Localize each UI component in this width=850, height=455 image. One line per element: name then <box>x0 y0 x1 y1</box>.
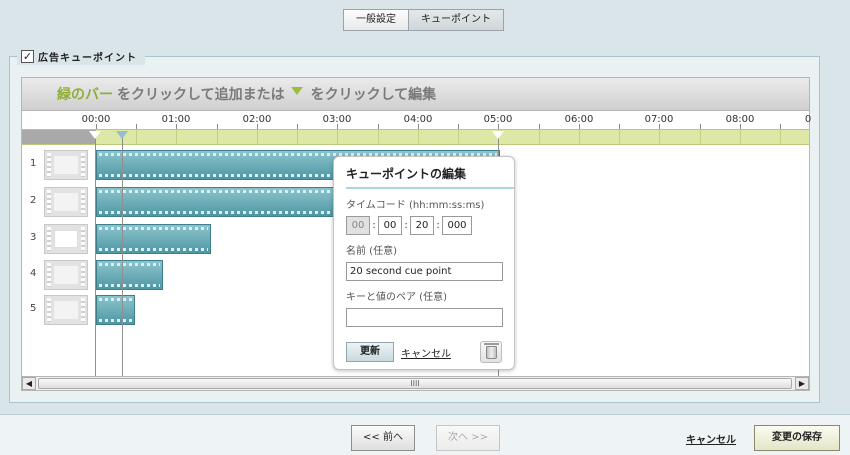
cue-point-edit-popup: キューポイントの編集 タイムコード (hh:mm:ss:ms) 00 : 00 … <box>333 156 515 370</box>
next-button: 次へ >> <box>436 425 500 451</box>
cue-line-selected <box>122 137 123 376</box>
cue-bar-tick <box>659 130 660 144</box>
cue-bar-tick <box>337 130 338 144</box>
timecode-label: タイムコード (hh:mm:ss:ms) <box>346 200 485 211</box>
timecode-hours-field: 00 <box>346 216 370 235</box>
cue-bar-tick <box>297 130 298 144</box>
cue-bar-tick <box>176 130 177 144</box>
cue-marker-icon <box>290 87 303 95</box>
cue-marker-end[interactable] <box>492 131 504 139</box>
scroll-right-button[interactable]: ▶ <box>795 377 809 390</box>
timecode-separator: : <box>436 220 440 231</box>
save-changes-button[interactable]: 変更の保存 <box>754 425 840 451</box>
track-number: 3 <box>30 232 37 243</box>
track-clip[interactable] <box>96 260 163 290</box>
track-number: 4 <box>30 268 37 279</box>
cue-line <box>95 137 96 376</box>
cue-bar-tick <box>579 130 580 144</box>
track-number: 2 <box>30 195 37 206</box>
settings-tabs: 一般設定 キューポイント <box>343 9 504 31</box>
cue-marker-selected[interactable] <box>116 131 128 139</box>
track-thumbnail <box>44 224 88 254</box>
cue-bar-tick <box>539 130 540 144</box>
track-clip[interactable] <box>96 295 135 325</box>
cue-bar-tick <box>378 130 379 144</box>
track-clip[interactable] <box>96 224 211 254</box>
track-thumbnail <box>44 295 88 325</box>
trash-icon <box>483 342 499 359</box>
scroll-thumb[interactable]: IIII <box>38 378 792 389</box>
cue-point-add-bar[interactable] <box>21 129 810 145</box>
popup-cancel-link[interactable]: キャンセル <box>401 345 451 360</box>
track-thumbnail <box>44 260 88 290</box>
key-value-label: キーと値のペア (任意) <box>346 292 447 303</box>
popup-actions: 更新 キャンセル <box>346 341 502 363</box>
instruction-edit-text: をクリックして編集 <box>310 87 437 103</box>
timecode-minutes-field[interactable]: 00 <box>378 216 402 235</box>
timeline-scrollbar[interactable]: ◀ IIII ▶ <box>21 376 810 391</box>
timeline-ruler: 00:00 01:00 02:00 03:00 04:00 05:00 06:0… <box>21 111 812 129</box>
ad-cue-point-checkbox[interactable]: ✓ <box>21 49 34 63</box>
cue-bar-tick <box>740 130 741 144</box>
cue-bar-tick <box>780 130 781 144</box>
track-number: 5 <box>30 303 37 314</box>
scroll-left-button[interactable]: ◀ <box>22 377 36 390</box>
ad-cue-point-label: 広告キューポイント <box>38 52 137 64</box>
timecode-milliseconds-field[interactable]: 000 <box>442 216 472 235</box>
cue-marker-start[interactable] <box>89 131 101 139</box>
footer-cancel-link[interactable]: キャンセル <box>686 431 736 446</box>
instruction-green-bar-text: 緑のバー <box>57 87 113 103</box>
instruction-add-text: をクリックして追加または <box>117 87 285 103</box>
cue-bar-tick <box>458 130 459 144</box>
footer-bar: << 前へ 次へ >> キャンセル 変更の保存 <box>0 414 850 455</box>
track-thumbnail <box>44 150 88 180</box>
timecode-seconds-field[interactable]: 20 <box>410 216 434 235</box>
cue-bar-tick <box>136 130 137 144</box>
timecode-separator: : <box>372 220 376 231</box>
popup-title: キューポイントの編集 <box>346 165 514 189</box>
key-value-field[interactable] <box>346 308 503 327</box>
timecode-separator: : <box>404 220 408 231</box>
cue-bar-disabled-region <box>22 130 96 144</box>
previous-button[interactable]: << 前へ <box>351 425 415 451</box>
ad-cue-point-legend: ✓ 広告キューポイント <box>17 47 145 65</box>
cue-bar-tick <box>257 130 258 144</box>
tick-label: 0 <box>804 114 812 125</box>
update-button[interactable]: 更新 <box>346 342 394 362</box>
track-number: 1 <box>30 158 37 169</box>
delete-cue-point-button[interactable] <box>480 341 502 363</box>
track-thumbnail <box>44 187 88 217</box>
cue-bar-tick <box>700 130 701 144</box>
cue-bar-tick <box>217 130 218 144</box>
name-label: 名前 (任意) <box>346 246 397 257</box>
timecode-row: 00 : 00 : 20 : 000 <box>346 216 502 235</box>
instruction-bar: 緑のバー をクリックして追加または をクリックして編集 <box>21 77 810 111</box>
name-field[interactable]: 20 second cue point <box>346 262 503 281</box>
cue-bar-tick <box>418 130 419 144</box>
tab-general-settings[interactable]: 一般設定 <box>343 9 409 31</box>
tab-cue-points[interactable]: キューポイント <box>409 9 504 31</box>
cue-bar-tick <box>619 130 620 144</box>
